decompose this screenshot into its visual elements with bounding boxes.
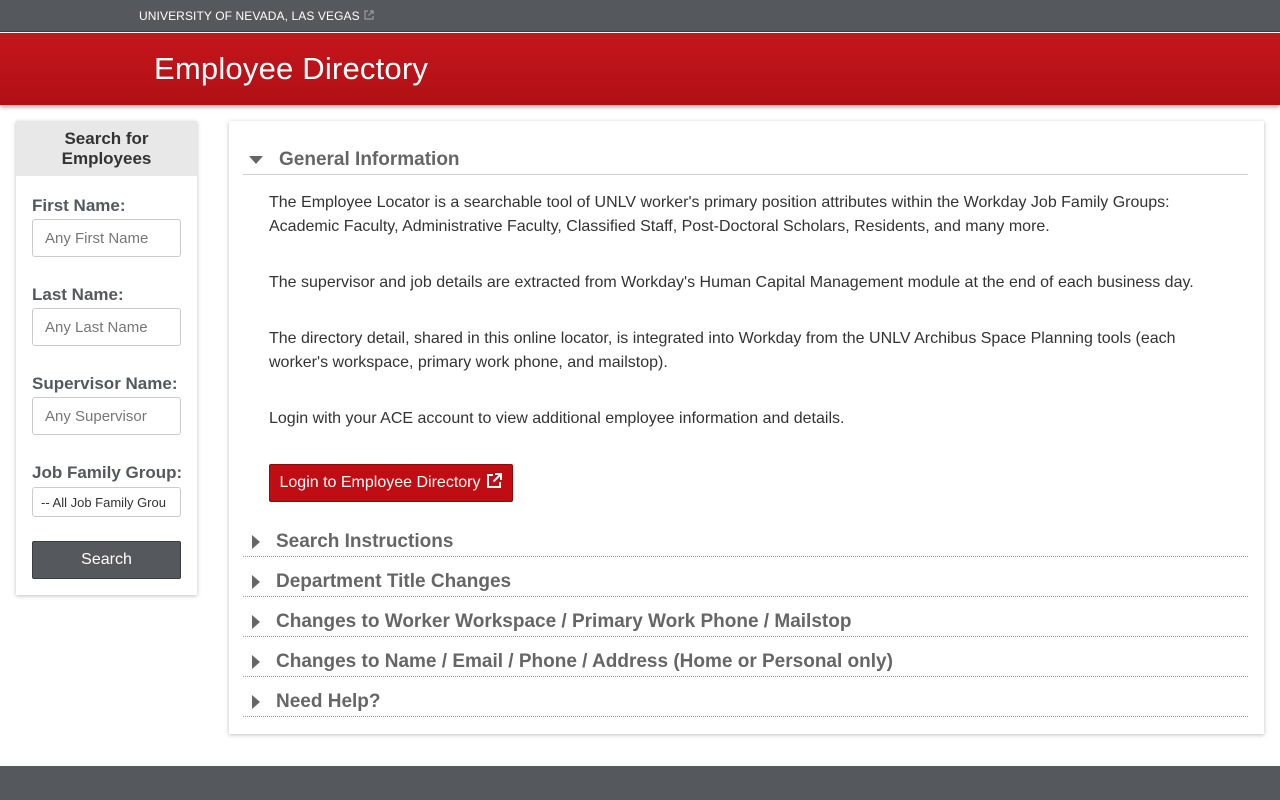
workspace-changes-title: Changes to Worker Workspace / Primary Wo… (276, 610, 852, 632)
last-name-input[interactable] (32, 308, 181, 346)
need-help-toggle[interactable]: Need Help? (243, 687, 1248, 717)
general-information-toggle[interactable]: General Information (243, 145, 1248, 175)
job-family-group-label: Job Family Group: (32, 463, 183, 482)
page-title: Employee Directory (154, 51, 429, 86)
department-title-changes-title: Department Title Changes (276, 570, 512, 592)
search-sidebar: Search for Employees First Name: Last Na… (16, 121, 197, 595)
general-paragraph-2: The supervisor and job details are extra… (269, 274, 1194, 291)
general-paragraph-1: The Employee Locator is a searchable too… (269, 194, 1170, 235)
university-link-label: UNIVERSITY OF NEVADA, LAS VEGAS (139, 9, 360, 23)
site-footer (0, 766, 1280, 800)
caret-right-icon (243, 614, 269, 629)
login-to-employee-directory-button[interactable]: Login to Employee Directory (269, 464, 513, 502)
site-header: Employee Directory (0, 33, 1280, 105)
caret-right-icon (243, 574, 269, 589)
sidebar-heading: Search for Employees (16, 121, 197, 176)
caret-right-icon (243, 694, 269, 709)
first-name-input[interactable] (32, 219, 181, 257)
caret-down-icon (243, 155, 269, 165)
need-help-title: Need Help? (276, 690, 381, 712)
supervisor-name-label: Supervisor Name: (32, 374, 178, 393)
external-link-icon (364, 9, 374, 23)
general-paragraph-4: Login with your ACE account to view addi… (269, 410, 845, 427)
university-link[interactable]: UNIVERSITY OF NEVADA, LAS VEGAS (139, 9, 374, 23)
first-name-label: First Name: (32, 196, 126, 215)
caret-right-icon (243, 654, 269, 669)
personal-info-changes-title: Changes to Name / Email / Phone / Addres… (276, 650, 893, 672)
department-title-changes-toggle[interactable]: Department Title Changes (243, 567, 1248, 597)
workspace-changes-toggle[interactable]: Changes to Worker Workspace / Primary Wo… (243, 607, 1248, 637)
search-instructions-toggle[interactable]: Search Instructions (243, 527, 1248, 557)
external-link-icon (486, 472, 503, 494)
general-paragraph-3: The directory detail, shared in this onl… (269, 330, 1176, 371)
job-family-group-select[interactable]: -- All Job Family Grou (32, 487, 181, 517)
search-button[interactable]: Search (32, 541, 181, 579)
supervisor-name-input[interactable] (32, 397, 181, 435)
general-information-title: General Information (279, 148, 460, 170)
top-bar: UNIVERSITY OF NEVADA, LAS VEGAS (0, 0, 1280, 32)
caret-right-icon (243, 534, 269, 549)
login-button-label: Login to Employee Directory (279, 474, 481, 491)
personal-info-changes-toggle[interactable]: Changes to Name / Email / Phone / Addres… (243, 647, 1248, 677)
last-name-label: Last Name: (32, 285, 124, 304)
main-panel: General Information The Employee Locator… (229, 121, 1264, 734)
search-instructions-title: Search Instructions (276, 530, 454, 552)
